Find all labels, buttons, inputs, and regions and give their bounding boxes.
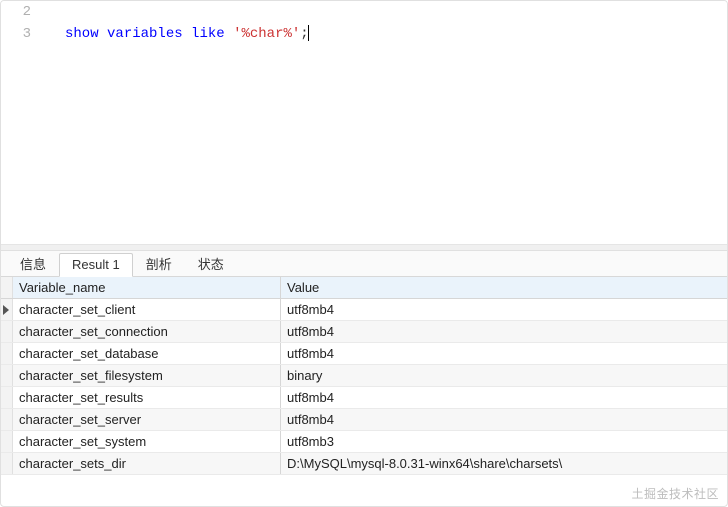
code-text[interactable]: show variables like '%char%'; bbox=[41, 23, 309, 45]
table-row[interactable]: character_set_connectionutf8mb4 bbox=[1, 321, 727, 343]
table-row[interactable]: character_set_clientutf8mb4 bbox=[1, 299, 727, 321]
cell-variable-name[interactable]: character_set_database bbox=[13, 343, 281, 364]
cell-variable-name[interactable]: character_set_filesystem bbox=[13, 365, 281, 386]
code-line[interactable]: 2 bbox=[1, 1, 727, 23]
table-row[interactable]: character_sets_dirD:\MySQL\mysql-8.0.31-… bbox=[1, 453, 727, 475]
table-row[interactable]: character_set_serverutf8mb4 bbox=[1, 409, 727, 431]
result-grid[interactable]: Variable_name Value character_set_client… bbox=[1, 277, 727, 475]
cell-value[interactable]: utf8mb4 bbox=[281, 299, 727, 320]
table-row[interactable]: character_set_databaseutf8mb4 bbox=[1, 343, 727, 365]
cell-variable-name[interactable]: character_set_server bbox=[13, 409, 281, 430]
cell-variable-name[interactable]: character_set_client bbox=[13, 299, 281, 320]
cell-value[interactable]: binary bbox=[281, 365, 727, 386]
cell-value[interactable]: utf8mb3 bbox=[281, 431, 727, 452]
code-text[interactable] bbox=[41, 1, 65, 23]
line-number: 3 bbox=[1, 23, 41, 45]
grid-header-value[interactable]: Value bbox=[281, 277, 727, 298]
row-handle[interactable] bbox=[1, 453, 13, 474]
grid-header-variable-name[interactable]: Variable_name bbox=[13, 277, 281, 298]
table-row[interactable]: character_set_resultsutf8mb4 bbox=[1, 387, 727, 409]
row-handle[interactable] bbox=[1, 431, 13, 452]
tab-状态[interactable]: 状态 bbox=[185, 250, 237, 277]
row-handle[interactable] bbox=[1, 387, 13, 408]
cell-value[interactable]: utf8mb4 bbox=[281, 343, 727, 364]
table-row[interactable]: character_set_filesystembinary bbox=[1, 365, 727, 387]
cell-variable-name[interactable]: character_set_connection bbox=[13, 321, 281, 342]
splitter[interactable] bbox=[1, 244, 727, 251]
watermark: 土掘金技术社区 bbox=[631, 485, 719, 502]
row-handle[interactable] bbox=[1, 409, 13, 430]
cell-variable-name[interactable]: character_set_system bbox=[13, 431, 281, 452]
cell-value[interactable]: utf8mb4 bbox=[281, 321, 727, 342]
grid-header-row: Variable_name Value bbox=[1, 277, 727, 299]
sql-editor[interactable]: 23show variables like '%char%'; bbox=[1, 1, 727, 244]
tab-result-1[interactable]: Result 1 bbox=[59, 253, 133, 277]
row-handle[interactable] bbox=[1, 365, 13, 386]
row-handle[interactable] bbox=[1, 321, 13, 342]
code-line[interactable]: 3show variables like '%char%'; bbox=[1, 23, 727, 45]
cell-value[interactable]: utf8mb4 bbox=[281, 387, 727, 408]
tab-信息[interactable]: 信息 bbox=[7, 250, 59, 277]
table-row[interactable]: character_set_systemutf8mb3 bbox=[1, 431, 727, 453]
row-handle[interactable] bbox=[1, 299, 13, 320]
tab-剖析[interactable]: 剖析 bbox=[133, 250, 185, 277]
cell-variable-name[interactable]: character_set_results bbox=[13, 387, 281, 408]
row-handle[interactable] bbox=[1, 343, 13, 364]
text-cursor bbox=[308, 25, 309, 41]
cell-value[interactable]: utf8mb4 bbox=[281, 409, 727, 430]
cell-value[interactable]: D:\MySQL\mysql-8.0.31-winx64\share\chars… bbox=[281, 453, 727, 474]
grid-corner bbox=[1, 277, 13, 298]
cell-variable-name[interactable]: character_sets_dir bbox=[13, 453, 281, 474]
result-tabs: 信息Result 1剖析状态 bbox=[1, 251, 727, 277]
line-number: 2 bbox=[1, 1, 41, 23]
